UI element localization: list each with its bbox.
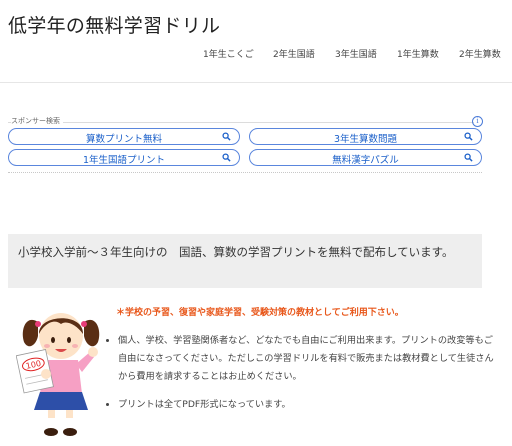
sponsor-link-grade1-japanese[interactable]: 1年生国語プリント [8,149,240,166]
site-title[interactable]: 低学年の無料学習ドリル [8,11,220,38]
site-header: 低学年の無料学習ドリル 1年生こくご 2年生国語 3年生国語 1年生算数 2年生… [0,0,512,83]
search-icon [222,153,231,162]
intro-text: 小学校入学前～３年生向けの 国語、算数の学習プリントを無料で配布しています。 [18,245,454,259]
search-icon [464,132,473,141]
search-icon [222,132,231,141]
sponsored-search: スポンサー検索 i 算数プリント無料 3年生算数問題 1年生国語プリント 無料漢… [8,116,483,172]
section-divider [8,172,482,173]
sponsor-divider [8,122,474,123]
info-icon[interactable]: i [472,116,483,127]
sponsor-link-label: 3年生算数問題 [333,134,398,145]
nav-item-grade3-japanese[interactable]: 3年生国語 [335,47,377,60]
sponsor-link-label: 算数プリント無料 [85,134,162,145]
nav-item-grade2-math[interactable]: 2年生算数 [459,47,501,60]
intro-box: 小学校入学前～３年生向けの 国語、算数の学習プリントを無料で配布しています。 [8,234,482,288]
sponsor-link-label: 無料漢字パズル [332,155,399,166]
sponsor-link-label: 1年生国語プリント [82,155,166,166]
sponsor-link-grade3-math[interactable]: 3年生算数問題 [249,128,482,145]
info-list: 個人、学校、学習塾関係者など、どなたでも自由にご利用出来ます。プリントの改変等も… [100,332,502,424]
list-item: プリントは全てPDF形式になっています。 [118,396,502,414]
usage-notice: ＊学校の予習、復習や家庭学習、受験対策の教材としてご利用下さい。 [116,308,404,318]
sponsor-link-kanji-puzzle[interactable]: 無料漢字パズル [249,149,482,166]
list-item: 個人、学校、学習塾関係者など、どなたでも自由にご利用出来ます。プリントの改変等も… [118,332,502,386]
sponsor-link-math-print[interactable]: 算数プリント無料 [8,128,240,145]
main-nav: 1年生こくご 2年生国語 3年生国語 1年生算数 2年生算数 [0,47,512,63]
nav-item-grade1-math[interactable]: 1年生算数 [397,47,439,60]
search-icon [464,153,473,162]
nav-item-grade1-kokugo[interactable]: 1年生こくご [203,47,254,60]
nav-item-grade2-japanese[interactable]: 2年生国語 [273,47,315,60]
girl-with-test-paper-illustration: 100 [16,313,100,436]
sponsor-label: スポンサー検索 [11,116,63,126]
